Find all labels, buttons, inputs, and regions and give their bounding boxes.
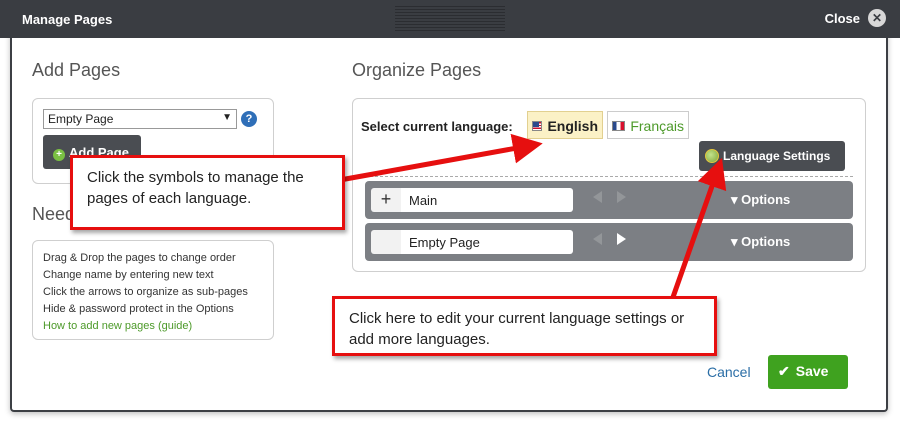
arrow-to-settings xyxy=(669,157,727,301)
callout-settings: Click here to edit your current language… xyxy=(332,296,717,356)
callout-symbols: Click the symbols to manage the pages of… xyxy=(70,155,345,230)
arrow-to-language xyxy=(339,133,543,183)
